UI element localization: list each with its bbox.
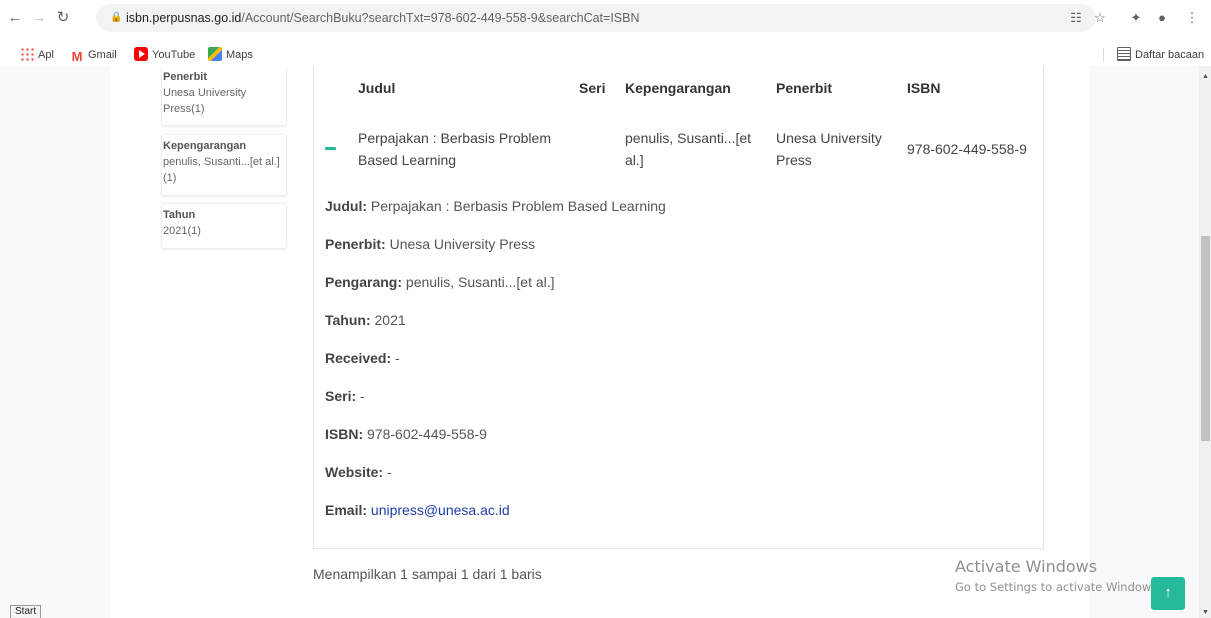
detail-seri: Seri: - — [325, 388, 365, 404]
detail-penerbit: Penerbit: Unesa University Press — [325, 236, 536, 252]
apps-grid-icon — [20, 47, 34, 61]
activate-windows-subtitle: Go to Settings to activate Windows. — [955, 580, 1161, 594]
arrow-up-icon: 🠑 — [1165, 586, 1171, 600]
facet-tahun[interactable]: Tahun 2021(1) — [161, 203, 287, 249]
extensions-icon[interactable]: ✦ — [1126, 9, 1146, 27]
bookmark-youtube[interactable]: YouTube — [134, 47, 195, 63]
detail-website: Website: - — [325, 464, 392, 480]
facet-kepengarangan[interactable]: Kepengarangan penulis, Susanti...[et al.… — [161, 134, 287, 196]
bookmark-maps[interactable]: Maps — [208, 47, 253, 63]
cell-penerbit: Unesa University Press — [776, 130, 882, 168]
scroll-down-arrow-icon[interactable]: ▼ — [1201, 608, 1210, 617]
scrollbar-thumb[interactable] — [1201, 236, 1210, 441]
column-header-judul[interactable]: Judul — [358, 80, 395, 96]
column-header-kepengarangan[interactable]: Kepengarangan — [625, 80, 731, 96]
cell-judul: Perpajakan : Berbasis Problem Based Lear… — [358, 130, 551, 168]
reading-list-icon — [1117, 47, 1131, 61]
page-gutter-right — [1089, 66, 1199, 618]
detail-pengarang: Pengarang: penulis, Susanti...[et al.] — [325, 274, 555, 290]
menu-icon[interactable]: ⋮ — [1182, 9, 1202, 27]
detail-email: Email: unipress@unesa.ac.id — [325, 502, 510, 518]
detail-judul: Judul: Perpajakan : Berbasis Problem Bas… — [325, 198, 666, 214]
arrow-right-icon[interactable]: → — [30, 9, 48, 27]
gmail-icon: M — [71, 49, 83, 64]
back-to-top-button[interactable]: 🠑 — [1151, 577, 1185, 610]
column-header-isbn[interactable]: ISBN — [907, 80, 940, 96]
address-bar[interactable]: 🔒 isbn.perpusnas.go.id/Account/SearchBuk… — [96, 4, 1096, 32]
browser-toolbar: ← → ↻ 🔒 isbn.perpusnas.go.id/Account/Sea… — [0, 0, 1211, 36]
scroll-up-arrow-icon[interactable]: ▲ — [1201, 72, 1210, 81]
lock-icon: 🔒 — [110, 12, 123, 23]
bookmark-gmail[interactable]: M Gmail — [70, 47, 117, 64]
facet-title: Kepengarangan — [163, 140, 247, 152]
bookmarks-bar: Apl M Gmail YouTube Maps Daftar bacaan — [0, 44, 1211, 66]
detail-tahun: Tahun: 2021 — [325, 312, 406, 328]
facet-value: Unesa University Press(1) — [163, 87, 247, 115]
cell-isbn: 978-602-449-558-9 — [907, 141, 1027, 157]
pagination-info: Menampilkan 1 sampai 1 dari 1 baris — [313, 566, 542, 582]
maps-icon — [208, 47, 222, 61]
detail-received: Received: - — [325, 350, 400, 366]
facet-title: Penerbit — [163, 71, 208, 83]
email-link[interactable]: unipress@unesa.ac.id — [371, 502, 510, 518]
youtube-icon — [134, 47, 148, 61]
start-button[interactable]: Start — [10, 605, 42, 618]
facet-title: Tahun — [163, 209, 196, 221]
bookmark-apps[interactable]: Apl — [20, 47, 54, 63]
collapse-minus-icon[interactable] — [325, 147, 336, 150]
facet-penerbit[interactable]: Penerbit Unesa University Press(1) — [161, 66, 287, 126]
column-header-seri[interactable]: Seri — [579, 80, 605, 96]
url-text: isbn.perpusnas.go.id/Account/SearchBuku?… — [126, 11, 640, 25]
arrow-left-icon[interactable]: ← — [6, 9, 24, 27]
page-gutter-left — [0, 66, 110, 618]
reload-icon[interactable]: ↻ — [54, 9, 72, 27]
reading-list[interactable]: Daftar bacaan — [1117, 47, 1204, 63]
facet-value: 2021(1) — [163, 225, 201, 237]
detail-isbn: ISBN: 978-602-449-558-9 — [325, 426, 487, 442]
profile-icon[interactable]: ● — [1152, 9, 1172, 27]
translate-icon[interactable]: ☷ — [1066, 9, 1086, 27]
bookmarks-divider — [1103, 48, 1104, 62]
star-icon[interactable]: ☆ — [1090, 9, 1110, 27]
activate-windows-title: Activate Windows — [955, 557, 1098, 576]
cell-kepengarangan: penulis, Susanti...[et al.] — [625, 130, 752, 168]
facet-value: penulis, Susanti...[et al.](1) — [163, 156, 280, 184]
column-header-penerbit[interactable]: Penerbit — [776, 80, 832, 96]
